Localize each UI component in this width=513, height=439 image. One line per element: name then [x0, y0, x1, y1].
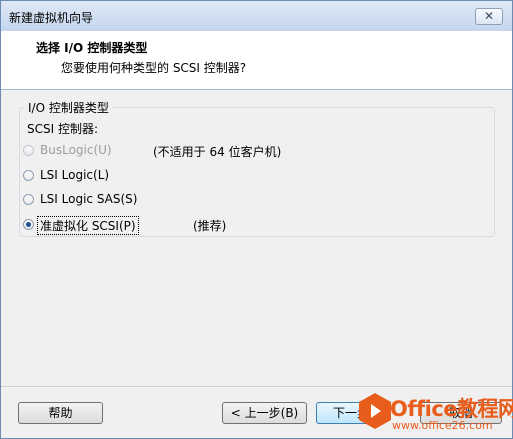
watermark: Office教程网 www.office26.com	[356, 388, 513, 438]
radio-option-paravirtual-scsi[interactable]: 准虚拟化 SCSI(P)	[23, 216, 163, 236]
back-button[interactable]: < 上一步(B)	[222, 402, 307, 424]
scsi-controller-label: SCSI 控制器:	[27, 122, 99, 136]
title-bar: 新建虚拟机向导 ✕	[1, 1, 512, 31]
radio-button	[23, 145, 34, 156]
wizard-window: 新建虚拟机向导 ✕ 选择 I/O 控制器类型 您要使用何种类型的 SCSI 控制…	[0, 0, 513, 439]
option-label: LSI Logic SAS(S)	[40, 192, 138, 206]
divider	[1, 386, 512, 387]
option-label: LSI Logic(L)	[40, 168, 110, 182]
close-icon: ✕	[483, 9, 495, 23]
help-button[interactable]: 帮助	[18, 402, 103, 424]
option-note: (不适用于 64 位客户机)	[153, 145, 282, 159]
radio-button[interactable]	[23, 219, 34, 230]
radio-option-lsi-logic[interactable]: LSI Logic(L)	[23, 167, 143, 187]
office-logo-icon	[359, 393, 391, 429]
group-legend: I/O 控制器类型	[25, 99, 112, 116]
page-subtitle: 您要使用何种类型的 SCSI 控制器?	[61, 61, 247, 75]
watermark-url: www.office26.com	[392, 419, 493, 432]
close-button[interactable]: ✕	[475, 8, 503, 25]
wizard-body: I/O 控制器类型 SCSI 控制器: BusLogic(U) (不适用于 64…	[1, 90, 512, 438]
radio-option-lsi-logic-sas[interactable]: LSI Logic SAS(S)	[23, 191, 163, 211]
wizard-header: 选择 I/O 控制器类型 您要使用何种类型的 SCSI 控制器?	[1, 31, 512, 90]
option-label: 准虚拟化 SCSI(P)	[37, 216, 139, 235]
radio-button[interactable]	[23, 170, 34, 181]
window-title: 新建虚拟机向导	[9, 11, 94, 25]
option-note: (推荐)	[193, 219, 227, 233]
radio-option-buslogic: BusLogic(U)	[23, 142, 143, 162]
radio-selected-dot	[26, 222, 31, 227]
option-label: BusLogic(U)	[40, 143, 112, 157]
radio-button[interactable]	[23, 194, 34, 205]
page-title: 选择 I/O 控制器类型	[36, 41, 148, 55]
